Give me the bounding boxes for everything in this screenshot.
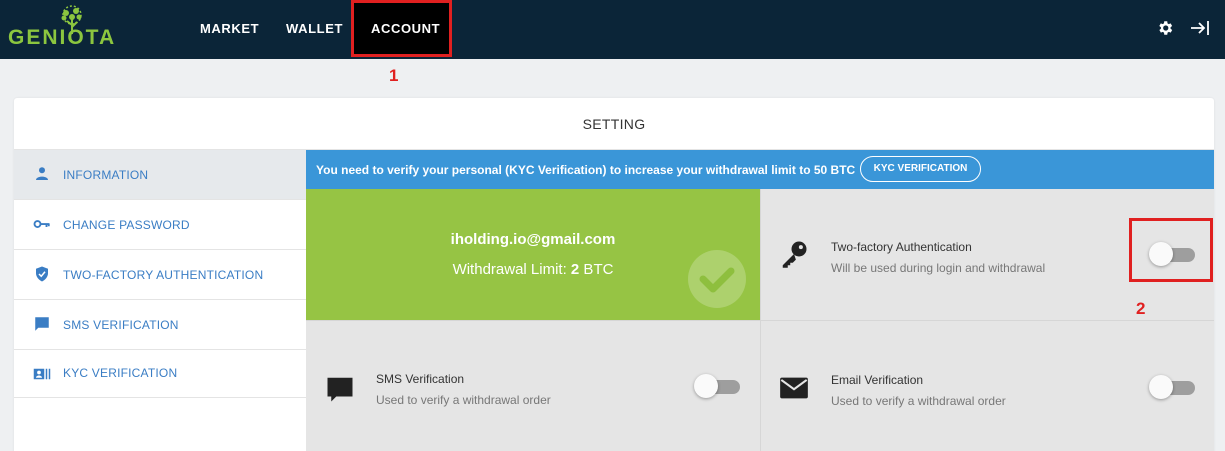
- sidebar-item-information[interactable]: INFORMATION: [14, 150, 306, 200]
- email-toggle[interactable]: [1149, 374, 1195, 400]
- sms-verification-tile: SMS Verification Used to verify a withdr…: [306, 320, 760, 451]
- email-desc: Used to verify a withdrawal order: [831, 394, 1006, 408]
- annotation-marker-1: 1: [389, 66, 399, 85]
- id-card-icon: [33, 368, 51, 380]
- settings-card: SETTING INFORMATION CHANGE PASSWORD TWO-…: [14, 98, 1214, 451]
- nav-market[interactable]: MARKET: [200, 21, 259, 36]
- user-icon: [36, 167, 48, 180]
- account-email: iholding.io@gmail.com: [450, 231, 616, 248]
- nav-account[interactable]: ACCOUNT: [371, 21, 440, 36]
- sms-toggle[interactable]: [694, 373, 740, 399]
- sidebar-item-sms-verification[interactable]: SMS VERIFICATION: [14, 300, 306, 350]
- nav-account-highlight[interactable]: ACCOUNT: [351, 0, 452, 57]
- logout-icon[interactable]: [1190, 20, 1210, 36]
- email-verification-tile: Email Verification Used to verify a with…: [760, 320, 1214, 451]
- logo-text: GENIOTA: [8, 26, 117, 49]
- kyc-banner-text: You need to verify your personal (KYC Ve…: [316, 163, 856, 177]
- annotation-marker-2: 2: [1136, 299, 1146, 318]
- chat-icon: [327, 377, 353, 402]
- two-factor-desc: Will be used during login and withdrawal: [831, 261, 1046, 275]
- page-title: SETTING: [14, 98, 1214, 150]
- sidebar-item-label: INFORMATION: [63, 168, 149, 182]
- toggle-knob: [1149, 375, 1173, 399]
- sms-title: SMS Verification: [376, 372, 465, 386]
- kyc-banner: You need to verify your personal (KYC Ve…: [306, 150, 1214, 189]
- top-nav-bar: GENIOTA MARKET WALLET ACCOUNT: [0, 0, 1225, 59]
- sidebar-item-label: KYC VERIFICATION: [63, 366, 178, 380]
- withdrawal-limit-label: Withdrawal Limit:: [452, 261, 571, 278]
- sidebar-item-label: TWO-FACTORY AUTHENTICATION: [63, 268, 264, 282]
- key-icon: [33, 220, 50, 228]
- nav-wallet[interactable]: WALLET: [286, 21, 343, 36]
- geniota-logo[interactable]: GENIOTA: [8, 5, 138, 53]
- account-info-tile: iholding.io@gmail.com Withdrawal Limit: …: [306, 189, 760, 320]
- kyc-verification-button[interactable]: KYC VERIFICATION: [860, 156, 981, 182]
- sms-desc: Used to verify a withdrawal order: [376, 393, 551, 407]
- key-icon: [782, 241, 807, 268]
- sidebar-item-label: CHANGE PASSWORD: [63, 218, 190, 232]
- sidebar-item-change-password[interactable]: CHANGE PASSWORD: [14, 200, 306, 250]
- withdrawal-limit-value: 2: [570, 261, 580, 278]
- sidebar-item-label: SMS VERIFICATION: [63, 318, 179, 332]
- settings-main: You need to verify your personal (KYC Ve…: [306, 150, 1214, 451]
- email-title: Email Verification: [831, 373, 924, 387]
- verified-check-icon: [688, 250, 746, 308]
- withdrawal-limit-unit: BTC: [579, 261, 614, 278]
- annotation-box-2: [1129, 218, 1213, 282]
- two-factor-title: Two-factory Authentication: [831, 240, 972, 254]
- toggle-knob: [694, 374, 718, 398]
- envelope-icon: [780, 377, 808, 399]
- settings-sidebar: INFORMATION CHANGE PASSWORD TWO-FACTORY …: [14, 150, 306, 451]
- shield-icon: [36, 266, 48, 282]
- sidebar-item-kyc-verification[interactable]: KYC VERIFICATION: [14, 350, 306, 398]
- sidebar-item-two-factor[interactable]: TWO-FACTORY AUTHENTICATION: [14, 250, 306, 300]
- chat-icon: [35, 317, 49, 331]
- gear-icon[interactable]: [1156, 19, 1174, 37]
